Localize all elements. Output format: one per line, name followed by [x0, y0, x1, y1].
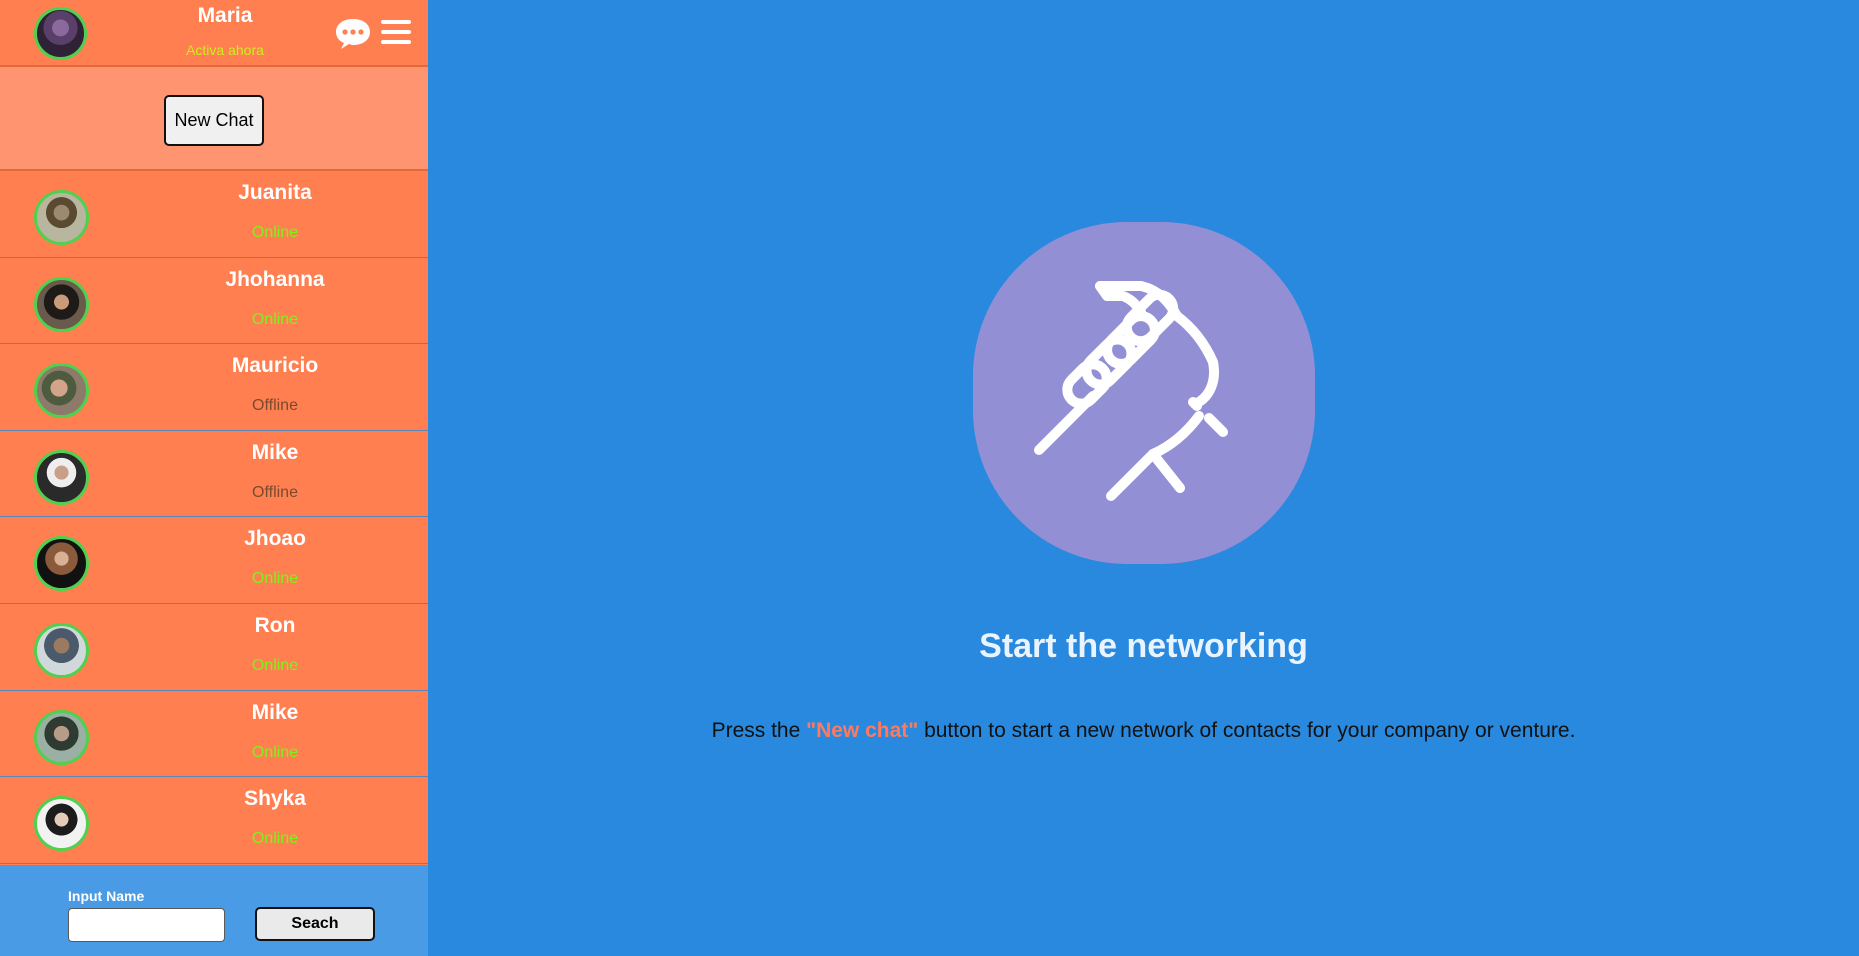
contact-avatar [34, 796, 89, 852]
description-suffix: button to start a new network of contact… [918, 719, 1576, 742]
contact-status: Offline [252, 483, 298, 501]
contact-status: Online [251, 830, 299, 848]
contact-avatar [34, 449, 89, 505]
handshake-icon [1034, 281, 1228, 501]
contact-name: Jhohanna [225, 267, 325, 291]
contact-avatar [34, 622, 89, 678]
contact-status: Online [251, 224, 299, 241]
description-prefix: Press the [711, 719, 807, 742]
contact-avatar [34, 276, 89, 332]
new-chat-area: New Chat [0, 67, 428, 171]
contact-name: Juanita [238, 181, 312, 204]
search-label: Input Name [68, 888, 145, 904]
user-status: Activa ahora [186, 42, 264, 58]
user-avatar[interactable] [34, 7, 87, 60]
contact-item[interactable]: Mauricio Offline [0, 344, 428, 431]
contact-status: Online [251, 310, 299, 328]
main-title: Start the networking [979, 627, 1308, 665]
contact-item[interactable]: Juanita Online [0, 171, 428, 258]
contact-item[interactable]: Shyka Online [0, 777, 428, 864]
contact-item[interactable]: Jhoao Online [0, 517, 428, 604]
user-name: Maria [197, 4, 253, 27]
contact-name: Mike [251, 700, 299, 724]
contact-avatar [34, 709, 89, 765]
search-input[interactable] [68, 908, 225, 942]
contact-name: Shyka [244, 787, 306, 811]
contact-item[interactable]: Jhohanna Online [0, 257, 428, 345]
contact-item[interactable]: Mike Offline [0, 430, 428, 518]
contact-name: Mauricio [231, 354, 319, 378]
hero-circle [973, 222, 1315, 564]
contact-name: Mike [251, 440, 299, 464]
main-description: Press the "New chat" button to start a n… [428, 719, 1859, 743]
contact-avatar [34, 536, 89, 592]
description-highlight: "New chat" [806, 719, 919, 742]
sidebar: Maria Activa ahora New Chat Juanita Onlin… [0, 0, 428, 956]
contact-avatar [34, 363, 89, 419]
search-area: Input Name Seach [0, 865, 428, 956]
contact-name: Jhoao [244, 527, 306, 551]
contact-name: Ron [254, 613, 296, 637]
contact-status: Online [251, 743, 299, 761]
profile-header: Maria Activa ahora [0, 0, 428, 67]
contact-list: Juanita Online Jhohanna Online Mauricio Offli… [0, 171, 428, 864]
search-button[interactable]: Seach [255, 907, 375, 941]
chat-bubble-icon[interactable] [334, 17, 372, 51]
contact-status: Offline [252, 397, 298, 415]
hamburger-menu-icon[interactable] [380, 17, 412, 47]
contact-item[interactable]: Mike Online [0, 690, 428, 778]
contact-status: Online [251, 570, 299, 588]
contact-item[interactable]: Ron Online [0, 603, 428, 691]
new-chat-button[interactable]: New Chat [164, 95, 264, 146]
contact-status: Online [251, 656, 299, 674]
contact-avatar [34, 190, 89, 245]
main-panel: Start the networking Press the "New chat… [428, 0, 1859, 956]
